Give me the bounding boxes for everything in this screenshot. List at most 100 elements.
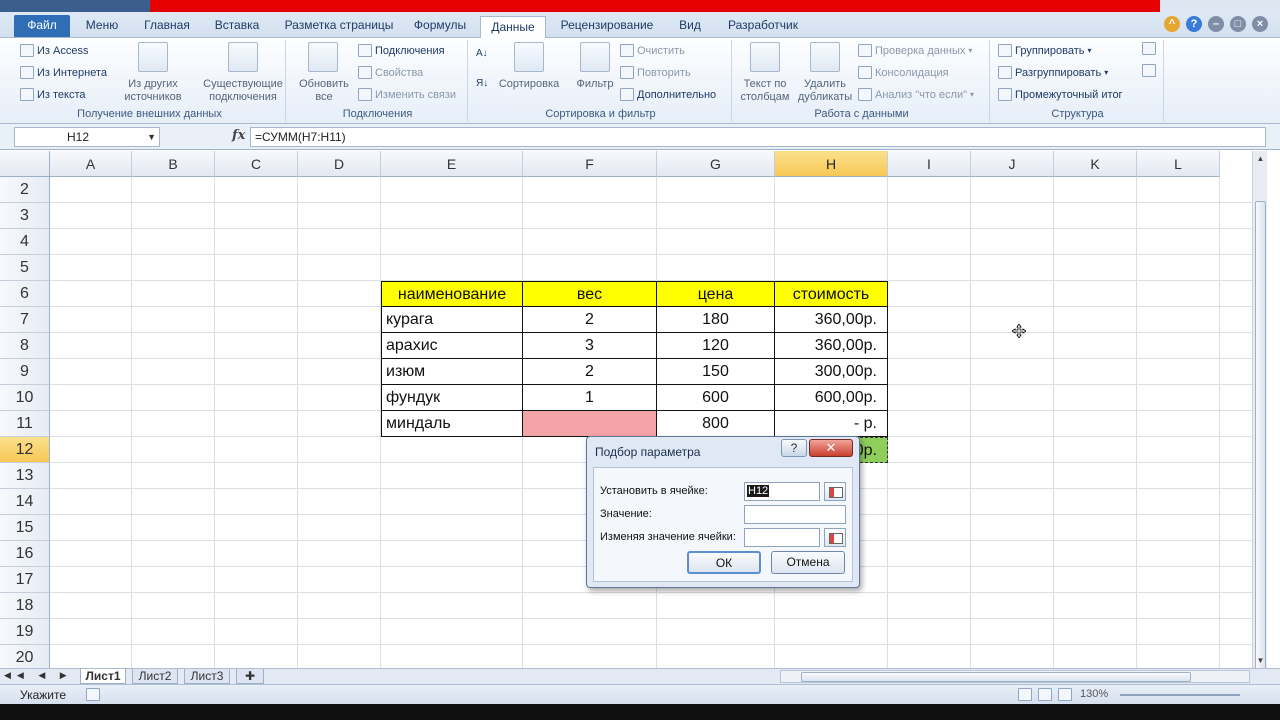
by-changing-picker-icon[interactable] <box>824 528 846 547</box>
column-header[interactable]: K <box>1054 151 1137 177</box>
by-changing-input[interactable] <box>744 528 820 547</box>
horizontal-scroll-thumb[interactable] <box>801 672 1191 682</box>
table-cell[interactable]: 800 <box>657 411 775 437</box>
table-cell[interactable]: 2 <box>523 307 657 333</box>
row-header[interactable]: 13 <box>0 463 50 489</box>
zoom-slider[interactable] <box>1120 694 1240 696</box>
set-cell-picker-icon[interactable] <box>824 482 846 501</box>
remove-duplicates-button[interactable]: Удалить дубликаты <box>794 78 856 104</box>
column-header[interactable]: I <box>888 151 971 177</box>
tab-review[interactable]: Рецензирование <box>554 17 660 38</box>
row-header[interactable]: 20 <box>0 645 50 668</box>
to-value-input[interactable] <box>744 505 846 524</box>
scroll-down-icon[interactable]: ▼ <box>1255 655 1266 666</box>
scroll-up-icon[interactable]: ▲ <box>1255 153 1266 164</box>
table-cell[interactable]: 180 <box>657 307 775 333</box>
ribbon-minimize-icon[interactable]: ^ <box>1164 16 1180 32</box>
row-header[interactable]: 4 <box>0 229 50 255</box>
table-cell[interactable]: фундук <box>381 385 523 411</box>
close-window-icon[interactable]: × <box>1252 16 1268 32</box>
set-cell-input[interactable]: H12 <box>744 482 820 501</box>
row-header[interactable]: 12 <box>0 437 50 463</box>
table-header-cell[interactable]: стоимость <box>775 281 888 307</box>
page-layout-view-icon[interactable] <box>1038 688 1052 701</box>
text-to-columns-button[interactable]: Текст по столбцам <box>734 78 796 104</box>
from-other-sources-button[interactable]: Из других источников <box>110 78 196 104</box>
show-detail-icon[interactable] <box>1142 42 1156 55</box>
tab-formulas[interactable]: Формулы <box>408 17 472 38</box>
column-header[interactable]: H <box>775 151 888 177</box>
row-header[interactable]: 14 <box>0 489 50 515</box>
tab-file[interactable]: Файл <box>14 15 70 37</box>
edit-links-button[interactable]: Изменить связи <box>358 88 456 101</box>
ok-button[interactable]: ОК <box>687 551 761 574</box>
dialog-close-button[interactable]: ✕ <box>809 439 853 457</box>
row-header[interactable]: 7 <box>0 307 50 333</box>
row-header[interactable]: 9 <box>0 359 50 385</box>
table-cell[interactable]: 600 <box>657 385 775 411</box>
quick-access-toolbar[interactable] <box>0 0 150 12</box>
refresh-all-button[interactable]: Обновить все <box>292 78 356 104</box>
row-header[interactable]: 18 <box>0 593 50 619</box>
data-validation-button[interactable]: Проверка данных ▾ <box>858 44 972 57</box>
normal-view-icon[interactable] <box>1018 688 1032 701</box>
column-header[interactable]: L <box>1137 151 1220 177</box>
column-header[interactable]: G <box>657 151 775 177</box>
from-web-button[interactable]: Из Интернета <box>20 66 107 79</box>
restore-window-icon[interactable]: □ <box>1230 16 1246 32</box>
sort-za-icon[interactable]: Я↓ <box>476 78 488 89</box>
sort-button[interactable]: Сортировка <box>494 78 564 91</box>
reapply-button[interactable]: Повторить <box>620 66 691 79</box>
column-header[interactable]: B <box>132 151 215 177</box>
row-header[interactable]: 15 <box>0 515 50 541</box>
table-cell[interactable]: 1 <box>523 385 657 411</box>
clear-filter-button[interactable]: Очистить <box>620 44 685 57</box>
macro-record-icon[interactable] <box>86 688 100 701</box>
table-header-cell[interactable]: вес <box>523 281 657 307</box>
insert-sheet-icon[interactable]: ✚ <box>236 669 264 684</box>
from-access-button[interactable]: Из Access <box>20 44 88 57</box>
table-cell[interactable]: 120 <box>657 333 775 359</box>
chevron-down-icon[interactable]: ▼ <box>147 128 156 146</box>
select-all-corner[interactable] <box>0 151 50 177</box>
tab-view[interactable]: Вид <box>670 17 710 38</box>
hide-detail-icon[interactable] <box>1142 64 1156 77</box>
formula-input[interactable]: =СУММ(H7:H11) <box>250 127 1266 147</box>
vertical-scroll-thumb[interactable] <box>1255 201 1266 671</box>
tab-data[interactable]: Данные <box>480 16 546 39</box>
row-header[interactable]: 3 <box>0 203 50 229</box>
help-icon[interactable]: ? <box>1186 16 1202 32</box>
table-cell[interactable]: 300,00р. <box>775 359 888 385</box>
row-header[interactable]: 10 <box>0 385 50 411</box>
what-if-button[interactable]: Анализ "что если" ▾ <box>858 88 974 101</box>
tab-home[interactable]: Главная <box>138 17 196 38</box>
sheet-tab-2[interactable]: Лист2 <box>132 669 178 684</box>
sort-az-icon[interactable]: A↓ <box>476 48 488 59</box>
tab-insert[interactable]: Вставка <box>206 17 268 38</box>
minimize-window-icon[interactable]: – <box>1208 16 1224 32</box>
sheet-tab-1[interactable]: Лист1 <box>80 669 126 684</box>
table-header-cell[interactable]: цена <box>657 281 775 307</box>
cancel-button[interactable]: Отмена <box>771 551 845 574</box>
table-cell[interactable]: 360,00р. <box>775 307 888 333</box>
table-cell[interactable]: курага <box>381 307 523 333</box>
connections-button[interactable]: Подключения <box>358 44 445 57</box>
subtotal-button[interactable]: Промежуточный итог <box>998 88 1123 101</box>
table-cell[interactable]: миндаль <box>381 411 523 437</box>
ungroup-button[interactable]: Разгруппировать ▾ <box>998 66 1108 79</box>
column-header[interactable]: C <box>215 151 298 177</box>
sheet-tab-3[interactable]: Лист3 <box>184 669 230 684</box>
row-header[interactable]: 8 <box>0 333 50 359</box>
column-header[interactable]: D <box>298 151 381 177</box>
row-header[interactable]: 2 <box>0 177 50 203</box>
table-cell[interactable] <box>523 411 657 437</box>
properties-button[interactable]: Свойства <box>358 66 423 79</box>
from-text-button[interactable]: Из текста <box>20 88 86 101</box>
zoom-level[interactable]: 130% <box>1080 688 1108 700</box>
filter-button[interactable]: Фильтр <box>568 78 622 91</box>
table-cell[interactable]: 360,00р. <box>775 333 888 359</box>
table-cell[interactable]: 2 <box>523 359 657 385</box>
page-break-view-icon[interactable] <box>1058 688 1072 701</box>
consolidation-button[interactable]: Консолидация <box>858 66 949 79</box>
tab-menu[interactable]: Меню <box>78 17 126 38</box>
